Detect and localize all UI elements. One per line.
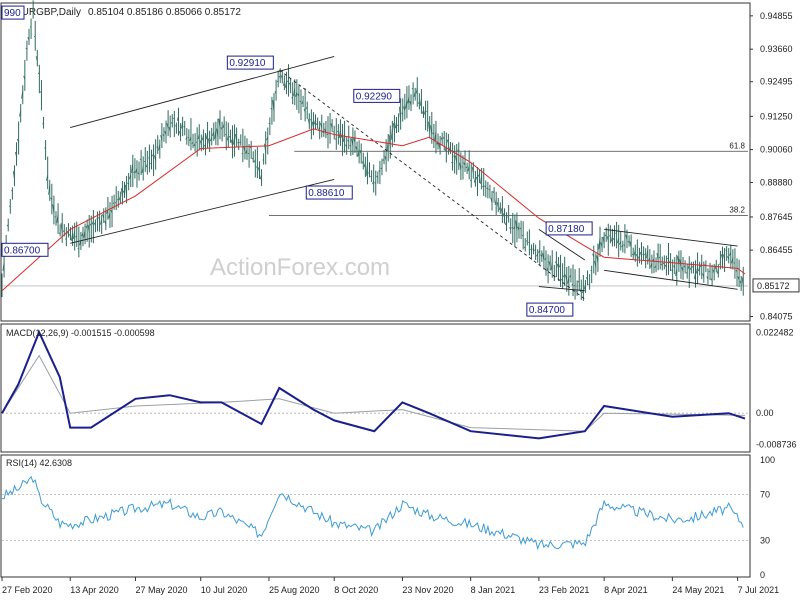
price-bar-open-tick bbox=[426, 111, 427, 112]
price-bar-open-tick bbox=[458, 150, 459, 151]
ohlc-readout: 0.85104 0.85186 0.85066 0.85172 bbox=[88, 7, 241, 18]
price-bar-open-tick bbox=[291, 97, 292, 98]
watermark: ActionForex.com bbox=[210, 254, 390, 281]
chart-svg: EURGBP,Daily 0.85104 0.85186 0.85066 0.8… bbox=[0, 0, 800, 600]
fib-level-label: 38.2 bbox=[729, 205, 745, 214]
price-axis-label: 0.93660 bbox=[760, 44, 793, 54]
price-bar-open-tick bbox=[65, 239, 66, 240]
price-annotation-label: 0.88610 bbox=[308, 188, 345, 199]
price-annotation-label: 0.92910 bbox=[229, 58, 266, 69]
price-annotation-label: 0.84700 bbox=[529, 305, 566, 316]
price-bar-open-tick bbox=[628, 241, 629, 242]
price-bar-open-tick bbox=[615, 233, 616, 234]
rsi-title: RSI(14) 42.6308 bbox=[6, 458, 72, 468]
price-annotation-label: 0.92290 bbox=[356, 91, 393, 102]
last-price-label: 0.85172 bbox=[757, 281, 790, 291]
price-bar-open-tick bbox=[269, 123, 270, 124]
time-axis-label: 8 Jan 2021 bbox=[471, 585, 516, 595]
price-annotation-label: 990 bbox=[4, 8, 21, 19]
price-bar-open-tick bbox=[470, 180, 471, 181]
price-bar-open-tick bbox=[150, 163, 151, 164]
price-bar-open-tick bbox=[113, 203, 114, 204]
rsi-axis-label: 70 bbox=[760, 490, 770, 500]
macd-axis-label: 0.022482 bbox=[756, 327, 794, 337]
time-axis-label: 27 Feb 2020 bbox=[2, 585, 53, 595]
time-axis-label: 7 Jul 2021 bbox=[738, 585, 780, 595]
price-bar-open-tick bbox=[532, 249, 533, 250]
macd-axis-label: -0.008736 bbox=[756, 440, 797, 450]
time-axis-label: 23 Feb 2021 bbox=[539, 585, 590, 595]
rsi-axis-label: 100 bbox=[760, 455, 775, 465]
time-axis-label: 8 Oct 2020 bbox=[334, 585, 378, 595]
price-axis-label: 0.84075 bbox=[760, 312, 793, 322]
macd-axis-label: 0.00 bbox=[756, 408, 774, 418]
price-axis-label: 0.91250 bbox=[760, 111, 793, 121]
price-bar-open-tick bbox=[350, 145, 351, 146]
time-axis-label: 27 May 2020 bbox=[135, 585, 187, 595]
time-axis-label: 23 Nov 2020 bbox=[402, 585, 453, 595]
macd-title: MACD(12,26,9) -0.001515 -0.000598 bbox=[6, 328, 155, 338]
chart-window: EURGBP,Daily 0.85104 0.85186 0.85066 0.8… bbox=[0, 0, 800, 600]
price-axis-label: 0.88880 bbox=[760, 177, 793, 187]
price-bar-open-tick bbox=[9, 206, 10, 207]
price-bar-open-tick bbox=[642, 254, 643, 255]
rsi-axis-label: 30 bbox=[760, 536, 770, 546]
price-bar-open-tick bbox=[44, 148, 45, 149]
rsi-axis-label: 0 bbox=[760, 570, 765, 580]
price-axis-label: 0.92495 bbox=[760, 77, 793, 87]
time-axis-label: 8 Apr 2021 bbox=[604, 585, 648, 595]
time-axis-label: 25 Aug 2020 bbox=[269, 585, 320, 595]
price-axis-label: 0.87645 bbox=[760, 212, 793, 222]
price-bar-open-tick bbox=[32, 10, 33, 11]
time-axis-label: 13 Apr 2020 bbox=[70, 585, 119, 595]
price-axis-label: 0.94855 bbox=[760, 11, 793, 21]
price-annotation-label: 0.87180 bbox=[548, 224, 585, 235]
price-annotation-label: 0.86700 bbox=[4, 245, 41, 256]
fib-level-label: 61.8 bbox=[729, 141, 745, 150]
time-axis-label: 10 Jul 2020 bbox=[201, 585, 248, 595]
price-bar-open-tick bbox=[522, 235, 523, 236]
time-axis-label: 24 May 2021 bbox=[672, 585, 724, 595]
price-bar-open-tick bbox=[277, 81, 278, 82]
symbol-label: EURGBP,Daily bbox=[15, 7, 81, 18]
price-axis-label: 0.90060 bbox=[760, 145, 793, 155]
price-axis-label: 0.86455 bbox=[760, 245, 793, 255]
